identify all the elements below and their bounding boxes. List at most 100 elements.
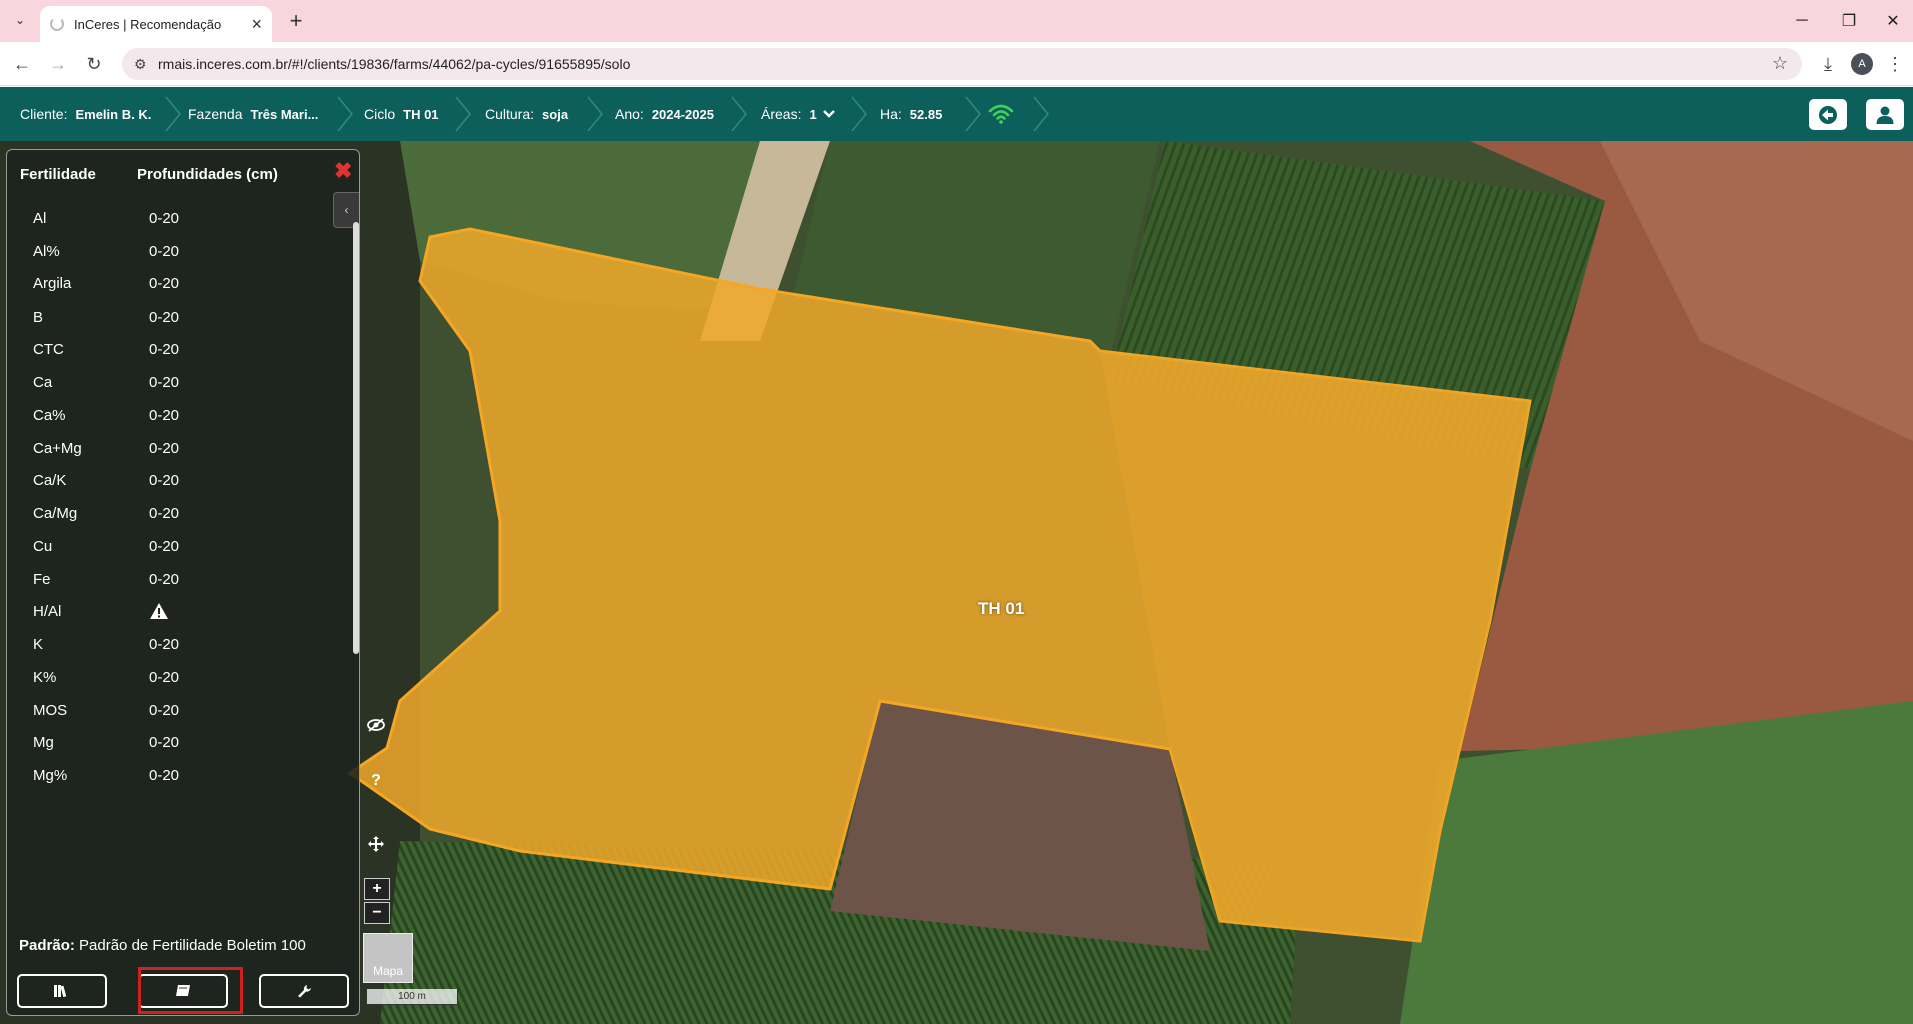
- crumb-cycle[interactable]: Ciclo TH 01: [364, 87, 439, 141]
- nutrient-name: K: [33, 635, 44, 653]
- profile-avatar[interactable]: A: [1851, 53, 1873, 75]
- client-label: Cliente:: [20, 106, 68, 122]
- nutrient-name: MOS: [33, 701, 68, 719]
- crumb-client[interactable]: Cliente: Emelin B. K.: [20, 87, 151, 141]
- crumb-year[interactable]: Ano: 2024-2025: [615, 87, 714, 141]
- client-value: Emelin B. K.: [75, 106, 152, 122]
- help-icon[interactable]: ?: [363, 768, 389, 794]
- nutrient-name: B: [33, 308, 44, 326]
- user-profile-button[interactable]: [1866, 99, 1904, 130]
- fertility-standard: Padrão: Padrão de Fertilidade Boletim 10…: [19, 937, 306, 954]
- areas-value: 1: [809, 106, 817, 122]
- list-item[interactable]: H/Al: [33, 596, 333, 626]
- farm-value: Três Mari...: [250, 106, 319, 122]
- nutrient-depth: 0-20: [149, 209, 180, 227]
- forward-icon[interactable]: →: [44, 50, 72, 78]
- url-text: rmais.inceres.com.br/#!/clients/19836/fa…: [158, 56, 631, 72]
- zoom-in-button[interactable]: +: [364, 878, 390, 900]
- nutrient-name: CTC: [33, 340, 64, 358]
- new-tab-icon[interactable]: +: [282, 7, 310, 35]
- nutrient-depth: 0-20: [149, 274, 180, 292]
- visibility-toggle-icon[interactable]: [363, 712, 389, 738]
- list-item[interactable]: Al 0-20: [33, 203, 333, 233]
- tab-close-icon[interactable]: ×: [251, 15, 262, 33]
- nutrient-depth: 0-20: [149, 537, 180, 555]
- app-header: Cliente: Emelin B. K. Fazenda Três Mari.…: [0, 87, 1913, 141]
- list-item[interactable]: Al% 0-20: [33, 236, 333, 266]
- list-item[interactable]: Mg 0-20: [33, 727, 333, 757]
- browser-tab-active[interactable]: InCeres | Recomendação ×: [40, 6, 272, 42]
- nutrient-name: Fe: [33, 570, 51, 588]
- nutrient-depth: 0-20: [149, 406, 180, 424]
- crumb-crop[interactable]: Cultura: soja: [485, 87, 568, 141]
- download-icon[interactable]: ⤓: [1814, 50, 1842, 78]
- list-item[interactable]: K% 0-20: [33, 662, 333, 692]
- wrench-icon: [298, 985, 311, 998]
- list-item[interactable]: Ca+Mg 0-20: [33, 433, 333, 463]
- nutrient-name: Ca/K: [33, 471, 67, 489]
- panel-scrollbar[interactable]: [353, 222, 359, 654]
- list-item[interactable]: MOS 0-20: [33, 695, 333, 725]
- crumb-separator-icon: [728, 95, 750, 133]
- nutrient-name: Argila: [33, 274, 72, 292]
- list-item[interactable]: Ca 0-20: [33, 367, 333, 397]
- list-item[interactable]: CTC 0-20: [33, 334, 333, 364]
- library-button[interactable]: [17, 974, 107, 1008]
- browser-menu-icon[interactable]: ⋮: [1884, 50, 1906, 78]
- list-item[interactable]: Ca% 0-20: [33, 400, 333, 430]
- back-arrow-button[interactable]: [1809, 99, 1847, 130]
- nutrient-name: Al%: [33, 242, 60, 260]
- nutrient-depth: 0-20: [149, 668, 180, 686]
- list-item[interactable]: Fe 0-20: [33, 564, 333, 594]
- warning-icon[interactable]: [149, 602, 169, 620]
- zoom-out-button[interactable]: −: [364, 902, 390, 924]
- restore-icon[interactable]: ❐: [1826, 8, 1872, 34]
- close-panel-icon[interactable]: ✖: [334, 158, 352, 184]
- padrao-label: Padrão:: [19, 937, 75, 954]
- field-label[interactable]: TH 01: [978, 599, 1024, 619]
- tab-list-dropdown-icon[interactable]: ⌄: [8, 8, 32, 32]
- highlight-box: [138, 967, 243, 1014]
- reload-icon[interactable]: ↻: [80, 50, 108, 78]
- nutrient-depth: 0-20: [149, 439, 180, 457]
- fertility-panel: Fertilidade Profundidades (cm) ✖ ‹ Al 0-2…: [6, 149, 360, 1016]
- crumb-separator-icon: [452, 95, 474, 133]
- list-item[interactable]: Argila 0-20: [33, 268, 333, 298]
- browser-tabbar: ⌄ InCeres | Recomendação × + ─ ❐ ✕: [0, 0, 1913, 42]
- chevron-down-icon: [822, 106, 835, 122]
- back-icon[interactable]: ←: [8, 50, 36, 78]
- crumb-separator-icon: [584, 95, 606, 133]
- pan-move-icon[interactable]: [363, 831, 389, 857]
- crop-label: Cultura:: [485, 106, 535, 122]
- arrow-left-icon: [1819, 105, 1837, 124]
- farm-label: Fazenda: [188, 106, 243, 122]
- crumb-areas-dropdown[interactable]: Áreas: 1: [761, 87, 835, 141]
- list-item[interactable]: Mg% 0-20: [33, 760, 333, 790]
- list-item[interactable]: Ca/K 0-20: [33, 465, 333, 495]
- user-icon: [1876, 106, 1894, 124]
- crumb-separator-icon: [334, 95, 356, 133]
- year-value: 2024-2025: [651, 106, 714, 122]
- map-layer-button[interactable]: Mapa: [363, 933, 413, 983]
- nutrient-depth: 0-20: [149, 504, 180, 522]
- nutrient-depth: 0-20: [149, 308, 180, 326]
- site-info-icon[interactable]: ⚙: [134, 56, 147, 73]
- nutrient-name: Al: [33, 209, 47, 227]
- nutrient-depth: 0-20: [149, 701, 180, 719]
- url-bar[interactable]: ⚙ rmais.inceres.com.br/#!/clients/19836/…: [122, 48, 1802, 80]
- list-item[interactable]: B 0-20: [33, 302, 333, 332]
- ha-label: Ha:: [880, 106, 902, 122]
- list-item[interactable]: K 0-20: [33, 629, 333, 659]
- list-item[interactable]: Cu 0-20: [33, 531, 333, 561]
- minimize-icon[interactable]: ─: [1779, 8, 1825, 34]
- tools-button[interactable]: [259, 974, 349, 1008]
- crumb-farm[interactable]: Fazenda Três Mari...: [188, 87, 318, 141]
- ha-value: 52.85: [909, 106, 943, 122]
- nutrient-depth: 0-20: [149, 635, 180, 653]
- crumb-separator-icon: [962, 95, 984, 133]
- window-close-icon[interactable]: ✕: [1870, 8, 1913, 34]
- nutrient-name: K%: [33, 668, 57, 686]
- list-item[interactable]: Ca/Mg 0-20: [33, 498, 333, 528]
- cycle-label: Ciclo: [364, 106, 396, 122]
- bookmark-star-icon[interactable]: ☆: [1772, 53, 1788, 74]
